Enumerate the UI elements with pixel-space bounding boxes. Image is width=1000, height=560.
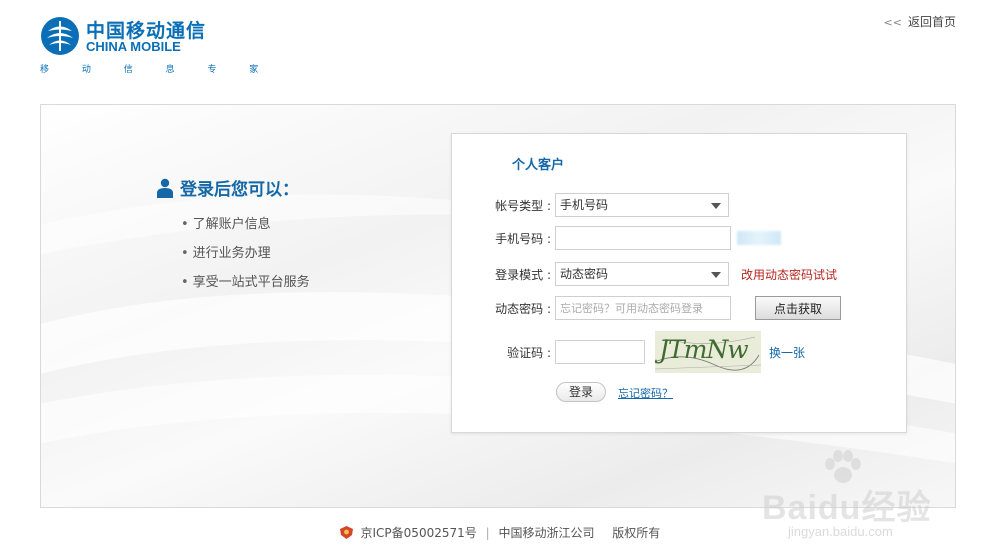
captcha-text: JTmNw [659, 335, 749, 364]
back-home-label: 返回首页 [907, 15, 956, 29]
brand-name-en: CHINA MOBILE [86, 39, 181, 54]
baidu-watermark: Baidu经验 jingyan.baidu.com [760, 450, 960, 550]
refresh-captcha-link[interactable]: 换一张 [769, 344, 805, 361]
phone-row: 手机号码 : [452, 225, 781, 251]
back-home-link[interactable]: << 返回首页 [884, 13, 956, 30]
dropdown-caret-icon [711, 272, 721, 278]
user-icon [157, 178, 173, 198]
benefits-heading: 登录后您可以： [157, 175, 310, 200]
watermark-url: jingyan.baidu.com [788, 524, 893, 539]
captcha-row: 验证码 : JTmNw 换一张 [452, 330, 805, 374]
blurred-hint [737, 231, 781, 245]
footer-rights: 版权所有 [612, 526, 661, 540]
footer-separator: | [485, 526, 490, 540]
login-frame: 登录后您可以： 了解账户信息 进行业务办理 享受一站式平台服务 个人客户 帐号类… [40, 104, 956, 508]
captcha-input[interactable] [555, 340, 645, 364]
phone-input[interactable] [555, 226, 731, 250]
forgot-password-link[interactable]: 忘记密码？ [618, 385, 673, 401]
footer-company: 中国移动浙江公司 [498, 526, 595, 540]
account-type-row: 帐号类型 : 手机号码 [452, 192, 729, 218]
account-type-select[interactable]: 手机号码 [555, 193, 729, 217]
panel-title: 个人客户 [512, 158, 565, 173]
benefits-list: 了解账户信息 进行业务办理 享受一站式平台服务 [181, 210, 310, 297]
china-mobile-logo-icon [41, 17, 79, 55]
benefits-title: 登录后您可以： [180, 180, 299, 200]
benefit-item: 进行业务办理 [181, 239, 310, 268]
double-chevron-left-icon: << [883, 16, 902, 29]
dropdown-caret-icon [711, 203, 721, 209]
china-mobile-logo[interactable]: 中国移动通信 CHINA MOBILE 移 动 信 息 专 家 [40, 14, 258, 76]
dynamic-password-input[interactable] [555, 296, 731, 320]
dynamic-password-row: 动态密码 : 点击获取 [452, 295, 841, 321]
get-code-button[interactable]: 点击获取 [755, 296, 841, 320]
login-button[interactable]: 登录 [556, 382, 606, 402]
account-type-label: 帐号类型 : [495, 198, 551, 213]
login-mode-row: 登录模式 : 动态密码 改用动态密码试试 [452, 261, 837, 287]
login-mode-label: 登录模式 : [495, 267, 551, 282]
account-type-value: 手机号码 [560, 198, 609, 212]
paw-icon [825, 450, 861, 483]
dynamic-password-label: 动态密码 : [495, 301, 551, 316]
login-mode-value: 动态密码 [560, 267, 609, 281]
captcha-label: 验证码 : [507, 345, 551, 360]
login-mode-select[interactable]: 动态密码 [555, 262, 729, 286]
phone-label: 手机号码 : [495, 231, 551, 246]
benefits-section: 登录后您可以： 了解账户信息 进行业务办理 享受一站式平台服务 [157, 175, 310, 297]
login-panel: 个人客户 帐号类型 : 手机号码 手机号码 : 登录模式 : 动态密码 改用动态… [451, 133, 907, 433]
switch-login-mode-link[interactable]: 改用动态密码试试 [741, 266, 837, 283]
watermark-brand: Baidu经验 [762, 489, 932, 527]
benefit-item: 享受一站式平台服务 [181, 268, 310, 297]
benefit-item: 了解账户信息 [181, 210, 310, 239]
brand-subtitle: 移 动 信 息 专 家 [40, 65, 274, 75]
police-badge-icon [339, 526, 353, 539]
captcha-image[interactable]: JTmNw [655, 331, 761, 373]
icp-number[interactable]: 京ICP备05002571号 [361, 526, 477, 540]
